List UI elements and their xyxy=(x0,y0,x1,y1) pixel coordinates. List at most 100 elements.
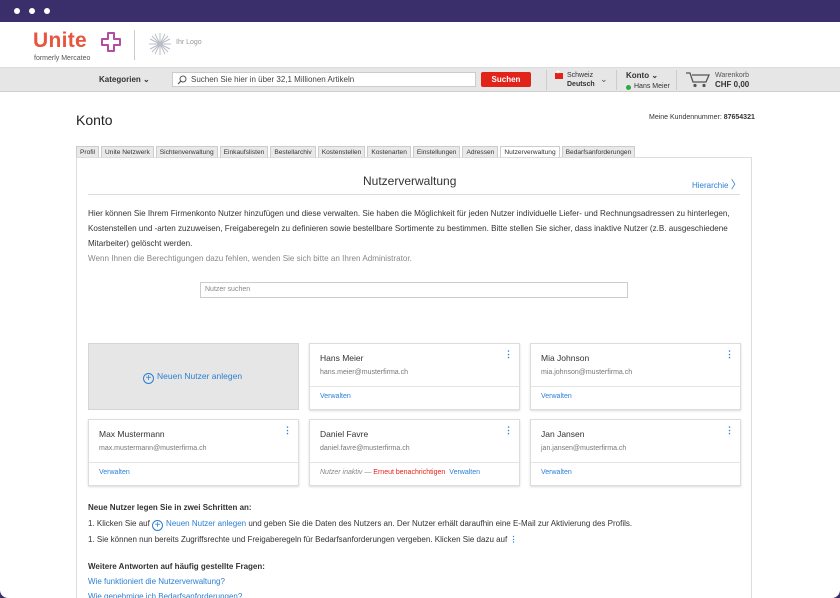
user-card: Jan Jansen jan.jansen@musterfirma.ch ⋮ V… xyxy=(530,419,741,486)
user-search-placeholder: Nutzer suchen xyxy=(205,286,251,293)
new-user-card[interactable]: + Neuen Nutzer anlegen xyxy=(88,343,299,410)
card-divider xyxy=(531,386,740,387)
more-vertical-icon[interactable]: ⋮ xyxy=(725,425,734,436)
chevron-down-icon: ⌄ xyxy=(143,75,150,84)
nav-divider xyxy=(546,70,547,90)
user-card: Max Mustermann max.mustermann@musterfirm… xyxy=(88,419,299,486)
user-name: Mia Johnson xyxy=(541,353,590,363)
country-selector[interactable]: Schweiz Deutsch xyxy=(567,71,595,89)
cart-total: CHF 0,00 xyxy=(715,80,750,89)
user-email: max.mustermann@musterfirma.ch xyxy=(99,445,207,452)
instructions: Neue Nutzer legen Sie in zwei Schritten … xyxy=(88,500,740,548)
step-1-prefix: 1. Klicken Sie auf xyxy=(88,519,150,528)
account-menu[interactable]: Konto ⌄ Hans Meier xyxy=(626,71,670,92)
user-email: jan.jansen@musterfirma.ch xyxy=(541,445,627,452)
intro-note: Wenn Ihnen die Berechtigungen dazu fehle… xyxy=(88,254,412,263)
categories-menu[interactable]: Kategorien ⌄ xyxy=(99,75,150,84)
brand-subtitle: formerly Mercateo xyxy=(34,55,91,62)
user-email: mia.johnson@musterfirma.ch xyxy=(541,369,633,376)
section-title: Nutzerverwaltung xyxy=(363,174,457,188)
manage-link[interactable]: Verwalten xyxy=(449,469,480,476)
customer-number-value: 87654321 xyxy=(723,114,755,121)
window-dot-close[interactable] xyxy=(14,8,20,14)
step-2: 1. Sie können nun bereits Zugriffsrechte… xyxy=(88,535,517,544)
logo-divider xyxy=(134,30,135,60)
user-card: Mia Johnson mia.johnson@musterfirma.ch ⋮… xyxy=(530,343,741,410)
account-user: Hans Meier xyxy=(626,83,670,90)
manage-link[interactable]: Verwalten xyxy=(320,393,351,400)
brand-logo[interactable]: Unite xyxy=(33,29,87,53)
card-divider xyxy=(531,462,740,463)
categories-label: Kategorien xyxy=(99,75,141,84)
chevron-right-icon: 〉 xyxy=(730,179,742,191)
faq-heading: Weitere Antworten auf häufig gestellte F… xyxy=(88,562,265,571)
user-search-input[interactable]: Nutzer suchen xyxy=(200,282,628,298)
partner-logo-label: Ihr Logo xyxy=(176,39,202,46)
search-placeholder: Suchen Sie hier in über 32,1 Millionen A… xyxy=(191,75,355,84)
more-vertical-icon[interactable]: ⋮ xyxy=(725,349,734,360)
customer-number: Meine Kundennummer: 87654321 xyxy=(649,114,755,121)
more-vertical-icon[interactable]: ⋮ xyxy=(283,425,292,436)
partner-logo-icon xyxy=(149,33,171,55)
cart-summary[interactable]: Warenkorb CHF 0,00 xyxy=(715,71,749,89)
step-1: 1. Klicken Sie auf + Neuen Nutzer anlegen… xyxy=(88,519,633,531)
browser-window: Unite formerly Mercateo Ihr Logo Kategor… xyxy=(0,0,840,598)
section-divider xyxy=(88,194,740,195)
hierarchy-link-label: Hierarchie xyxy=(692,181,729,190)
manage-link[interactable]: Verwalten xyxy=(541,393,572,400)
window-dot-minimize[interactable] xyxy=(29,8,35,14)
new-user-inline-label: Neuen Nutzer anlegen xyxy=(166,519,247,528)
step-1-suffix: und geben Sie die Daten des Nutzers an. … xyxy=(248,519,633,528)
more-vertical-icon[interactable]: ⋮ xyxy=(504,349,513,360)
intro-paragraph: Hier können Sie Ihrem Firmenkonto Nutzer… xyxy=(88,209,730,248)
manage-link[interactable]: Verwalten xyxy=(99,469,130,476)
hierarchy-link[interactable]: Hierarchie 〉 xyxy=(692,176,742,192)
inactive-status: Nutzer inaktiv — Erneut benachrichtigen V… xyxy=(320,469,481,476)
search-button[interactable]: Suchen xyxy=(481,72,531,87)
brand-mark-icon xyxy=(101,32,121,52)
window-dot-maximize[interactable] xyxy=(44,8,50,14)
swiss-flag-icon xyxy=(555,69,563,79)
user-email: daniel.favre@musterfirma.ch xyxy=(320,445,410,452)
search-input[interactable]: Suchen Sie hier in über 32,1 Millionen A… xyxy=(172,72,476,87)
page-content: Unite formerly Mercateo Ihr Logo Kategor… xyxy=(0,22,840,598)
new-user-button[interactable]: + Neuen Nutzer anlegen xyxy=(143,371,242,384)
nav-bar: Kategorien ⌄ Suchen Sie hier in über 32,… xyxy=(0,68,840,92)
instructions-heading: Neue Nutzer legen Sie in zwei Schritten … xyxy=(88,503,252,512)
user-card: Hans Meier hans.meier@musterfirma.ch ⋮ V… xyxy=(309,343,520,410)
cart-icon[interactable] xyxy=(685,71,711,88)
chevron-down-icon: ⌄ xyxy=(600,74,608,84)
customer-number-label: Meine Kundennummer: xyxy=(649,114,722,121)
plus-circle-icon: + xyxy=(143,373,154,384)
user-name: Max Mustermann xyxy=(99,429,165,439)
faq-link-user-management[interactable]: Wie funktioniert die Nutzerverwaltung? xyxy=(88,574,265,589)
faq: Weitere Antworten auf häufig gestellte F… xyxy=(88,559,265,598)
card-divider xyxy=(310,462,519,463)
nav-divider xyxy=(676,70,677,90)
user-name: Jan Jansen xyxy=(541,429,585,439)
account-label: Konto xyxy=(626,71,650,80)
page-title: Konto xyxy=(76,112,113,128)
user-name: Daniel Favre xyxy=(320,429,369,439)
language-label: Deutsch xyxy=(567,81,595,88)
title-bar xyxy=(0,0,840,22)
country-label: Schweiz xyxy=(567,72,594,79)
chevron-down-icon: ⌄ xyxy=(651,71,659,80)
resend-notification-link[interactable]: Erneut benachrichtigen xyxy=(373,469,445,476)
more-vertical-icon: ⋮ xyxy=(509,535,518,544)
brand-bar: Unite formerly Mercateo Ihr Logo xyxy=(0,22,840,68)
intro-text: Hier können Sie Ihrem Firmenkonto Nutzer… xyxy=(88,206,740,266)
more-vertical-icon[interactable]: ⋮ xyxy=(504,425,513,436)
manage-link[interactable]: Verwalten xyxy=(541,469,572,476)
inactive-label: Nutzer inaktiv xyxy=(320,469,363,476)
card-divider xyxy=(89,462,298,463)
new-user-inline-link[interactable]: + Neuen Nutzer anlegen xyxy=(152,519,247,531)
plus-circle-icon: + xyxy=(152,520,164,531)
user-name: Hans Meier xyxy=(320,353,364,363)
new-user-label: Neuen Nutzer anlegen xyxy=(157,371,243,381)
user-email: hans.meier@musterfirma.ch xyxy=(320,369,409,376)
search-icon xyxy=(177,75,187,85)
faq-link-approvals[interactable]: Wie genehmige ich Bedarfsanforderungen? xyxy=(88,589,265,598)
cart-label: Warenkorb xyxy=(715,72,749,79)
nav-divider xyxy=(616,70,617,90)
